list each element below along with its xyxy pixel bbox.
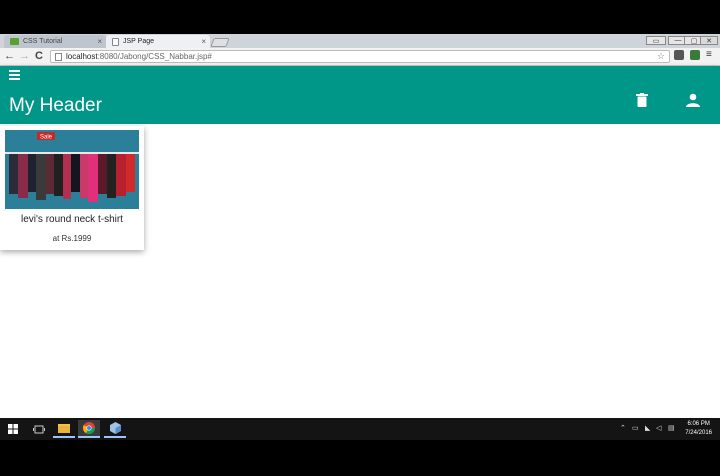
clock-date: 7/24/2016 (685, 430, 712, 436)
chrome-icon[interactable] (78, 420, 100, 438)
profile-button[interactable]: ▭ (646, 36, 666, 45)
task-view-icon[interactable] (28, 420, 50, 438)
product-name: levi's round neck t-shirt (21, 214, 123, 225)
tab-css-tutorial[interactable]: CSS Tutorial × (4, 35, 106, 48)
tab-label: JSP Page (123, 38, 155, 45)
w3schools-favicon-icon (10, 38, 19, 45)
product-card[interactable]: Sale levi's round neck t-shirt at Rs.199… (0, 126, 144, 250)
clock-time: 6:06 PM (687, 421, 710, 427)
address-host: localhost (66, 52, 98, 61)
browser-toolbar: ← → C localhost:8080/Jabong/CSS_Nabbar.j… (0, 48, 720, 66)
browser-tab-strip: CSS Tutorial × JSP Page × ▭ — ▢ ✕ (0, 34, 720, 48)
forward-arrow-icon[interactable]: → (19, 50, 30, 62)
address-bar[interactable]: localhost:8080/Jabong/CSS_Nabbar.jsp# ☆ (50, 50, 670, 63)
show-hidden-icons-icon[interactable]: ⌃ (620, 424, 626, 432)
trash-icon[interactable] (636, 93, 648, 107)
page-icon (55, 52, 62, 61)
bookmark-star-icon[interactable]: ☆ (657, 51, 665, 62)
app-cube-icon[interactable] (104, 420, 126, 438)
page-content: Sale levi's round neck t-shirt at Rs.199… (0, 124, 720, 418)
hamburger-menu-icon[interactable] (9, 70, 20, 80)
page-title: My Header (9, 95, 102, 116)
volume-icon[interactable]: ◁ (656, 424, 661, 432)
person-icon[interactable] (686, 93, 700, 107)
battery-icon[interactable]: ▭ (632, 424, 639, 432)
windows-start-icon[interactable] (2, 420, 24, 438)
reload-icon[interactable]: C (35, 50, 43, 62)
app-header: My Header (0, 66, 720, 124)
new-tab-button[interactable] (210, 38, 230, 47)
network-icon[interactable]: ◣ (645, 424, 650, 432)
tab-jsp-page[interactable]: JSP Page × (106, 35, 210, 48)
product-price: at Rs.1999 (52, 234, 92, 243)
notifications-icon[interactable]: ▤ (668, 424, 675, 432)
address-path: :8080/Jabong/CSS_Nabbar.jsp# (97, 52, 212, 61)
product-image[interactable]: Sale (5, 130, 139, 209)
chrome-menu-icon[interactable]: ≡ (706, 50, 716, 60)
close-tab-icon[interactable]: × (97, 37, 102, 46)
page-favicon-icon (112, 37, 119, 46)
screen: CSS Tutorial × JSP Page × ▭ — ▢ ✕ ← → C … (0, 0, 720, 476)
extension-icon[interactable] (690, 50, 700, 60)
sale-sign: Sale (40, 135, 53, 141)
file-explorer-icon[interactable] (53, 420, 75, 438)
close-window-button[interactable]: ✕ (700, 36, 718, 45)
taskbar-clock[interactable]: 6:06 PM 7/24/2016 (685, 420, 712, 438)
close-tab-icon[interactable]: × (201, 37, 206, 46)
back-arrow-icon[interactable]: ← (4, 50, 15, 62)
extension-icon[interactable] (674, 50, 684, 60)
tab-label: CSS Tutorial (23, 38, 63, 45)
windows-taskbar: ⌃ ▭ ◣ ◁ ▤ 6:06 PM 7/24/2016 (0, 418, 720, 440)
